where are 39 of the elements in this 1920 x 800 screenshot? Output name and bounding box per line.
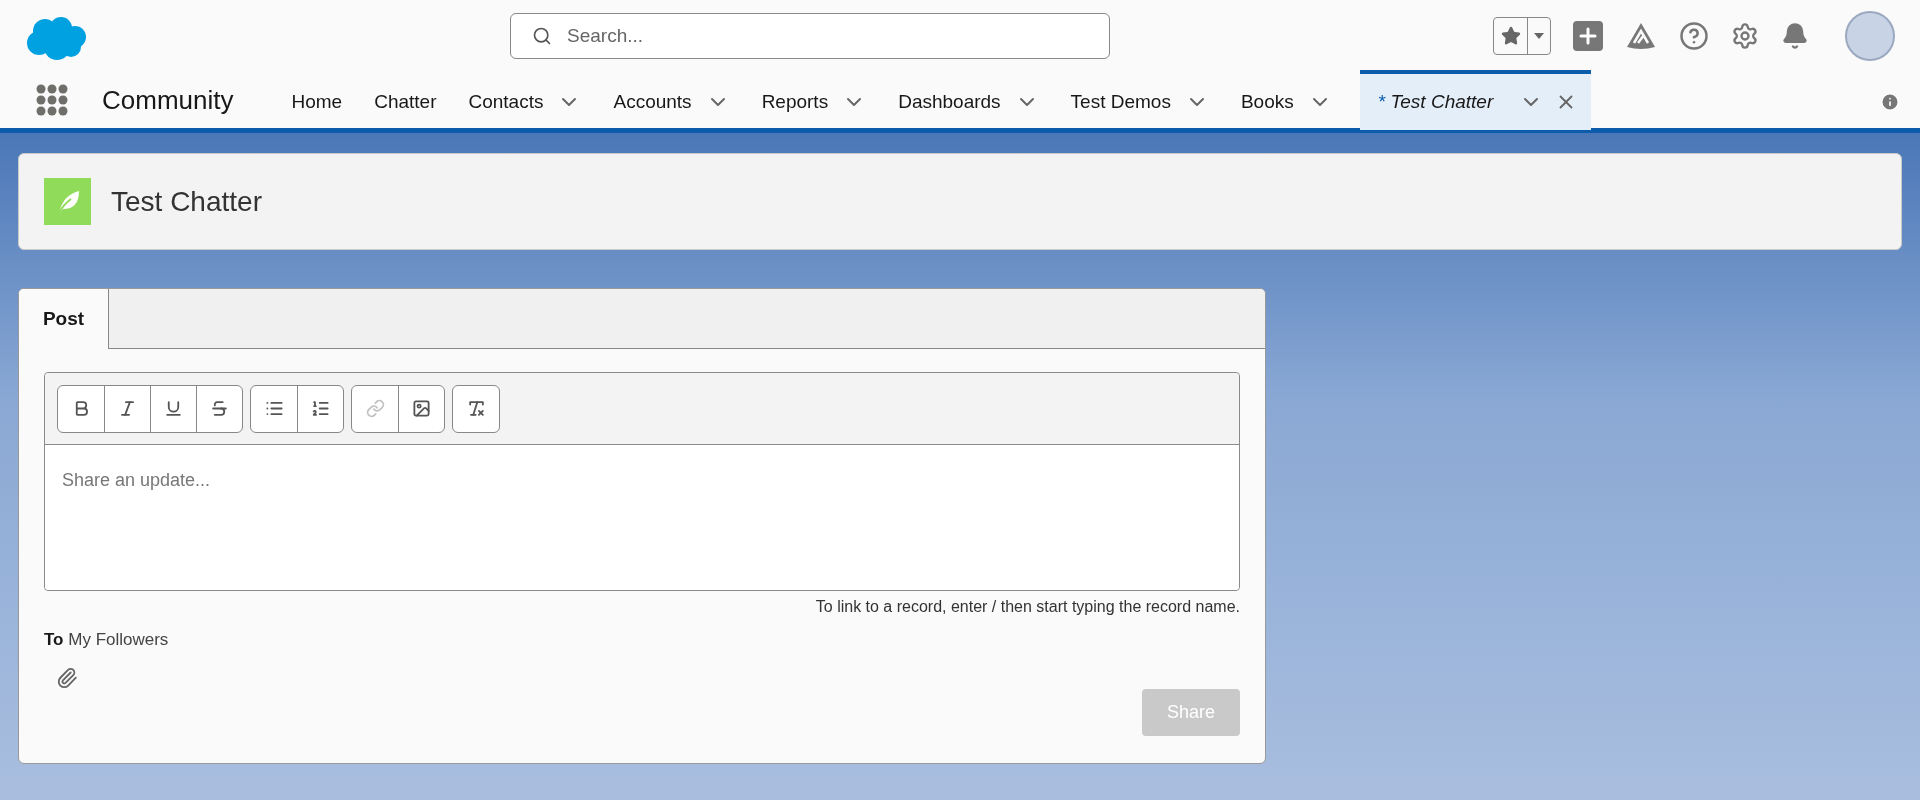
cloud-logo[interactable] xyxy=(25,15,87,61)
plus-icon[interactable] xyxy=(1573,21,1603,51)
strike-icon xyxy=(210,399,229,418)
hint-text: To link to a record, enter / then start typing the record name. xyxy=(815,597,1240,617)
editor[interactable]: Share an update... xyxy=(44,372,1240,591)
favorites-button[interactable] xyxy=(1493,17,1551,55)
bullets-icon xyxy=(264,399,284,418)
nav-tab[interactable]: Home xyxy=(275,72,359,128)
italic-icon xyxy=(118,399,137,418)
leaf-icon xyxy=(44,178,91,225)
image-icon xyxy=(412,399,431,418)
nav-tab[interactable]: Test Demos xyxy=(1054,72,1225,128)
search-field[interactable]: Search... xyxy=(510,13,1110,59)
clear-icon xyxy=(466,399,486,418)
paperclip-icon[interactable] xyxy=(56,666,78,689)
help-icon[interactable] xyxy=(1679,21,1709,51)
link-icon xyxy=(365,399,385,418)
info-icon[interactable] xyxy=(1880,92,1900,112)
nav-tab[interactable]: Reports xyxy=(745,72,883,128)
publisher-tab[interactable]: Post xyxy=(19,289,109,349)
app-name: Community xyxy=(102,83,234,117)
nav-tab[interactable]: Accounts xyxy=(597,72,746,128)
avatar[interactable] xyxy=(1845,11,1895,61)
open-tab[interactable]: * Test Chatter xyxy=(1359,70,1592,130)
settings-icon[interactable] xyxy=(1731,22,1759,50)
underline-icon xyxy=(164,399,183,418)
page-title: Test Chatter xyxy=(111,184,262,219)
nav-tab[interactable]: Books xyxy=(1224,72,1348,128)
numbers-icon xyxy=(311,399,330,418)
search-icon xyxy=(532,26,552,46)
nav-tab[interactable]: Dashboards xyxy=(882,72,1055,128)
nav-tab[interactable]: Chatter xyxy=(358,72,453,128)
nav-tab[interactable]: Contacts xyxy=(452,72,598,128)
caret-icon xyxy=(1534,33,1544,39)
trail-icon[interactable] xyxy=(1625,21,1657,51)
star-icon xyxy=(1500,26,1521,46)
bell-icon[interactable] xyxy=(1781,22,1809,50)
app-launcher-icon[interactable] xyxy=(36,84,68,116)
audience-text: To My Followers xyxy=(44,629,170,651)
